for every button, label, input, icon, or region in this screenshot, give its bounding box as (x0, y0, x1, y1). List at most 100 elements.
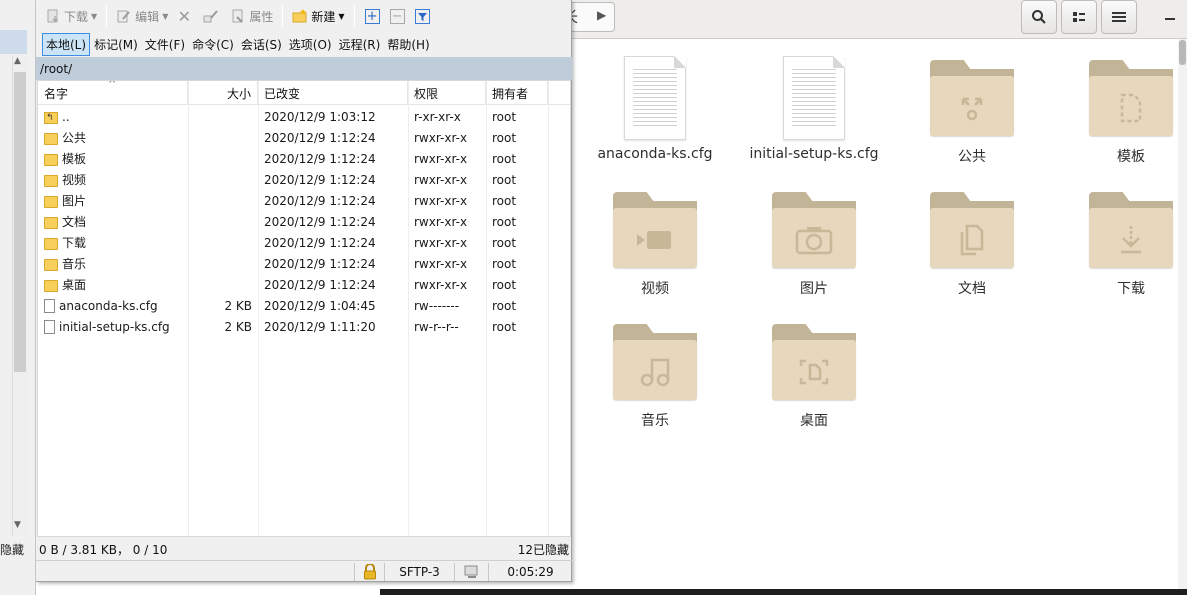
camera-icon (795, 227, 833, 255)
folder-item-desktop[interactable]: 桌面 (739, 320, 889, 430)
column-header-changed[interactable]: 已改变 (258, 81, 408, 105)
scroll-up-arrow-icon[interactable]: ▲ (14, 56, 21, 66)
cell-owner: root (492, 214, 517, 229)
folder-item-public[interactable]: 公共 (897, 56, 1047, 166)
desktop-screen: 长 ▶ anaconda-ks.cfg initial-setup-ks.cfg (0, 0, 1187, 595)
file-name: 文档 (62, 215, 87, 229)
hamburger-menu-icon (1112, 12, 1126, 22)
cell-rights: r-xr-xr-x (414, 109, 461, 124)
file-name: 模板 (62, 152, 87, 166)
terminal-indicator[interactable] (454, 563, 488, 581)
folder-item-pictures[interactable]: 图片 (739, 188, 889, 298)
cell-name: ↰.. (38, 110, 188, 124)
table-row[interactable]: 公共 2020/12/9 1:12:24 rwxr-xr-x root (38, 127, 570, 148)
local-panel-header (0, 30, 27, 54)
table-row[interactable]: 图片 2020/12/9 1:12:24 rwxr-xr-x root (38, 190, 570, 211)
download-label: 下载 (64, 9, 89, 24)
column-header-name[interactable]: 名字 ^ (38, 81, 188, 105)
table-row[interactable]: 音乐 2020/12/9 1:12:24 rwxr-xr-x root (38, 253, 570, 274)
sftp-client-window: 下载 ▼ 编辑 ▼ ✕ 属性 新建 ▼ + − 本地(L) 标记(M) 文件(F… (36, 0, 572, 582)
unselect-files-button[interactable]: − (389, 8, 405, 24)
folder-item-downloads[interactable]: 下载 (1056, 188, 1187, 298)
column-header-owner[interactable]: 拥有者 (486, 81, 548, 105)
folder-item-videos[interactable]: 视频 (580, 188, 730, 298)
filter-button[interactable] (414, 8, 430, 24)
table-row[interactable]: 视频 2020/12/9 1:12:24 rwxr-xr-x root (38, 169, 570, 190)
cell-size: 2 KB (224, 298, 252, 313)
desktop-icon (799, 359, 829, 385)
dropdown-caret-icon: ▼ (338, 11, 345, 21)
menu-session[interactable]: 会话(S) (238, 34, 285, 55)
music-note-icon (640, 358, 670, 387)
file-name: 图片 (62, 194, 87, 208)
table-row[interactable]: initial-setup-ks.cfg 2 KB 2020/12/9 1:11:2… (38, 316, 570, 337)
file-name: 公共 (62, 131, 87, 145)
share-icon (961, 97, 983, 121)
cell-owner: root (492, 235, 517, 250)
menu-commands[interactable]: 命令(C) (189, 34, 237, 55)
local-panel-scrollbar-thumb[interactable] (14, 72, 26, 372)
remote-file-list[interactable]: 名字 ^ 大小 已改变 权限 拥有者 ↰.. 2020/12/9 1:03:12 r-… (37, 80, 571, 537)
scroll-down-arrow-icon[interactable]: ▼ (14, 520, 21, 530)
file-name: 桌面 (62, 278, 87, 292)
folder-item-music[interactable]: 音乐 (580, 320, 730, 430)
computer-terminal-icon (464, 565, 477, 578)
cell-rights: rwxr-xr-x (414, 172, 468, 187)
edit-button[interactable]: 编辑 ▼ (113, 4, 171, 28)
minimize-window-icon[interactable] (1165, 18, 1175, 20)
download-button[interactable]: 下载 ▼ (42, 4, 100, 28)
folder-icon (44, 258, 58, 271)
view-mode-button[interactable] (1061, 0, 1097, 34)
column-header-size[interactable]: 大小 (188, 81, 258, 105)
cell-owner: root (492, 319, 517, 334)
status-bar: 0 B / 3.81 KB， 0 / 10 12已隐藏 (36, 538, 572, 560)
menu-options[interactable]: 选项(O) (286, 34, 335, 55)
table-row[interactable]: 文档 2020/12/9 1:12:24 rwxr-xr-x root (38, 211, 570, 232)
file-name: anaconda-ks.cfg (59, 298, 158, 313)
encryption-lock[interactable] (354, 563, 384, 581)
new-button[interactable]: 新建 ▼ (289, 4, 347, 28)
cell-changed: 2020/12/9 1:12:24 (264, 151, 376, 166)
table-row[interactable]: 桌面 2020/12/9 1:12:24 rwxr-xr-x root (38, 274, 570, 295)
delete-x-icon: ✕ (177, 6, 192, 26)
cell-owner: root (492, 172, 517, 187)
cell-owner: root (492, 151, 517, 166)
folder-icon (772, 188, 856, 272)
edit-pencil-icon (116, 8, 132, 24)
menu-mark[interactable]: 标记(M) (91, 34, 141, 55)
file-manager-scrollbar[interactable] (1178, 39, 1187, 589)
table-row[interactable]: 模板 2020/12/9 1:12:24 rwxr-xr-x root (38, 148, 570, 169)
table-row[interactable]: 下载 2020/12/9 1:12:24 rwxr-xr-x root (38, 232, 570, 253)
text-document-icon (783, 56, 845, 140)
folder-icon (44, 174, 58, 187)
column-header-filler (548, 81, 570, 105)
file-item-anaconda-ks[interactable]: anaconda-ks.cfg (580, 56, 730, 162)
menu-help[interactable]: 帮助(H) (384, 34, 432, 55)
properties-button[interactable]: 属性 (227, 4, 276, 28)
folder-item-documents[interactable]: 文档 (897, 188, 1047, 298)
cell-owner: root (492, 277, 517, 292)
list-view-icon (1073, 12, 1085, 22)
table-row[interactable]: anaconda-ks.cfg 2 KB 2020/12/9 1:04:45 rw--… (38, 295, 570, 316)
select-files-button[interactable]: + (364, 8, 380, 24)
search-button[interactable] (1021, 0, 1057, 34)
table-row[interactable]: ↰.. 2020/12/9 1:03:12 r-xr-xr-x root (38, 106, 570, 127)
file-item-initial-setup-ks[interactable]: initial-setup-ks.cfg (739, 56, 889, 162)
properties-label: 属性 (249, 9, 274, 24)
menu-local[interactable]: 本地(L) (42, 32, 91, 56)
delete-button[interactable]: ✕ (173, 4, 198, 28)
path-forward-chevron-icon[interactable]: ▶ (597, 8, 606, 22)
menu-remote[interactable]: 远程(R) (336, 34, 384, 55)
remote-path-bar[interactable]: /root/ (36, 57, 572, 80)
rename-button[interactable] (200, 4, 225, 28)
folder-item-templates[interactable]: 模板 (1056, 56, 1187, 166)
column-header-rights[interactable]: 权限 (408, 81, 486, 105)
menu-files[interactable]: 文件(F) (142, 34, 188, 55)
parent-directory-icon: ↰ (44, 111, 58, 124)
cell-owner: root (492, 298, 517, 313)
file-manager-scrollbar-thumb[interactable] (1179, 40, 1186, 65)
dropdown-caret-icon: ▼ (162, 11, 169, 21)
cell-name: 下载 (38, 234, 188, 251)
menu-button[interactable] (1101, 0, 1137, 34)
sort-ascending-icon: ^ (108, 80, 117, 90)
